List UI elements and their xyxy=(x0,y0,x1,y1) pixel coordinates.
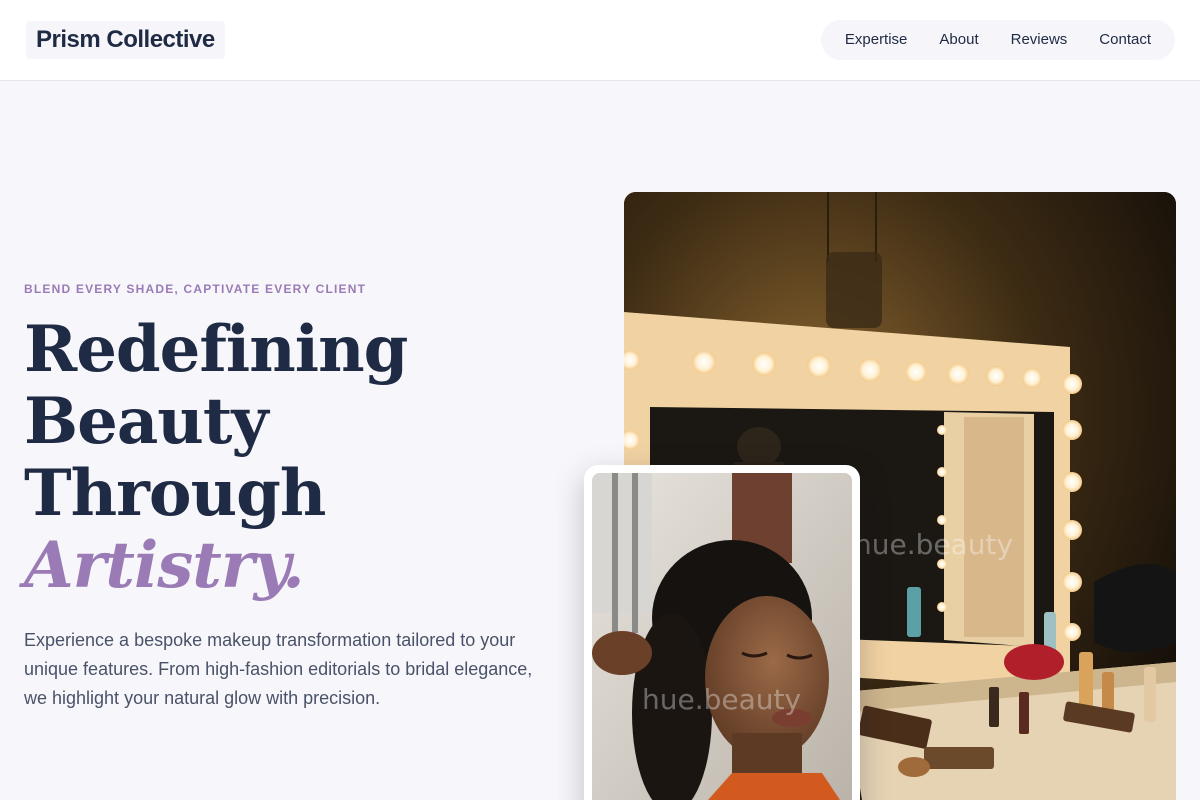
headline-line-2: Beauty xyxy=(24,384,269,459)
nav-reviews[interactable]: Reviews xyxy=(995,20,1084,60)
brand-logo[interactable]: Prism Collective xyxy=(26,21,225,59)
site-header: Prism Collective Expertise About Reviews… xyxy=(0,0,1200,81)
headline-line-3: Through xyxy=(24,456,326,531)
makeup-portrait-image: hue.beauty xyxy=(592,473,852,800)
headline-line-1: Redefining xyxy=(24,312,408,387)
portrait-illustration xyxy=(592,473,852,800)
hero-description: Experience a bespoke makeup transformati… xyxy=(24,630,533,708)
nav-expertise[interactable]: Expertise xyxy=(829,20,924,60)
portrait-card: hue.beauty xyxy=(584,465,860,800)
hero-eyebrow: BLEND EVERY SHADE, CAPTIVATE EVERY CLIEN… xyxy=(24,282,367,296)
headline-accent: Artistry. xyxy=(24,528,305,603)
main-nav: Expertise About Reviews Contact xyxy=(820,20,1175,60)
nav-about[interactable]: About xyxy=(923,20,994,60)
nav-contact[interactable]: Contact xyxy=(1083,20,1167,60)
hero-headline: Redefining Beauty Through Artistry. xyxy=(24,314,584,602)
